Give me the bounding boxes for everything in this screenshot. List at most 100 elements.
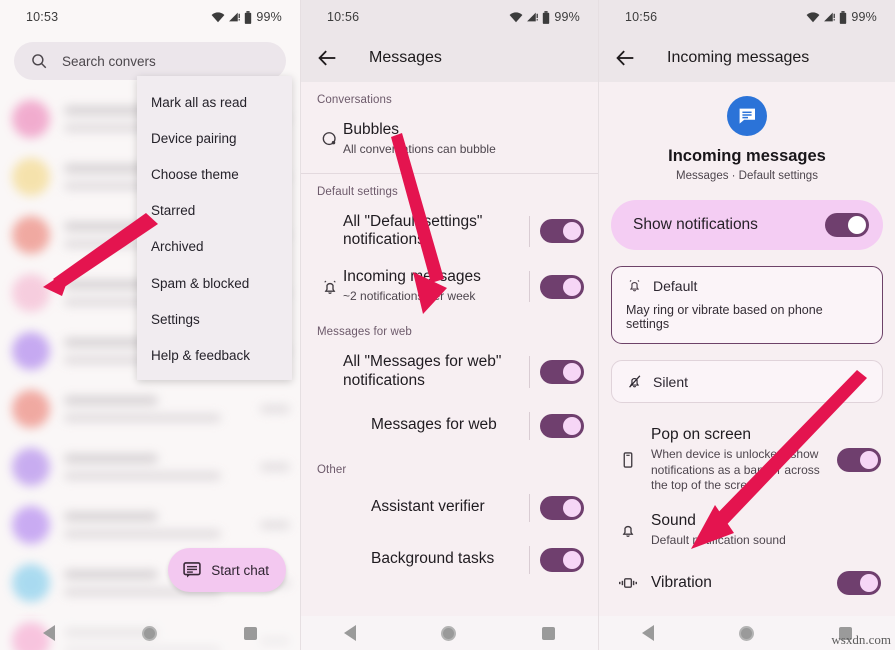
- avatar: [12, 274, 50, 312]
- row-divider: [529, 493, 530, 522]
- menu-item-starred[interactable]: Starred: [137, 193, 292, 229]
- menu-item-settings[interactable]: Settings: [137, 301, 292, 337]
- phone-screen-incoming-messages-detail: 10:56 99% Incoming messages Incoming mes…: [598, 0, 895, 650]
- settings-row[interactable]: Pop on screen When device is unlocked, sh…: [599, 417, 895, 503]
- row-title: Vibration: [651, 573, 712, 591]
- row-title: Assistant verifier: [371, 498, 485, 516]
- menu-item-choose-theme[interactable]: Choose theme: [137, 156, 292, 192]
- menu-item-archived[interactable]: Archived: [137, 229, 292, 265]
- row-title: Sound: [651, 511, 696, 529]
- toggle-knob: [563, 498, 581, 517]
- toggle-knob: [848, 216, 866, 234]
- row-title: Background tasks: [371, 550, 495, 568]
- back-arrow-icon[interactable]: [317, 47, 339, 69]
- option-label: Default: [653, 277, 698, 294]
- start-chat-label: Start chat: [211, 562, 269, 578]
- android-nav-bar[interactable]: [0, 616, 300, 650]
- messages-app-icon: [727, 96, 767, 136]
- settings-row[interactable]: All "Default settings" notifications: [301, 204, 598, 260]
- setting-toggle[interactable]: [837, 571, 881, 596]
- settings-row[interactable]: Sound Default notification sound: [599, 503, 895, 558]
- avatar: [12, 158, 50, 196]
- bubbles-icon: [322, 132, 336, 146]
- avatar: [12, 448, 50, 486]
- toggle-knob: [563, 550, 581, 569]
- settings-row[interactable]: Messages for web: [301, 400, 598, 452]
- battery-icon: [245, 10, 252, 24]
- bell-ring-icon: [629, 280, 640, 292]
- avatar: [12, 390, 50, 428]
- nav-recents-icon[interactable]: [243, 626, 257, 640]
- settings-row[interactable]: Incoming messages ~2 notifications per we…: [301, 259, 598, 314]
- bell-ring-icon: [324, 280, 336, 294]
- option-card-silent[interactable]: Silent: [611, 360, 883, 403]
- bell-icon: [622, 525, 634, 537]
- setting-toggle[interactable]: [540, 413, 584, 438]
- settings-list[interactable]: Conversations Bubbles All conversations ca…: [301, 82, 598, 650]
- search-conversations-bar[interactable]: Search convers: [14, 42, 286, 80]
- setting-toggle[interactable]: [540, 547, 584, 572]
- settings-row[interactable]: Bubbles All conversations can bubble: [301, 112, 598, 167]
- start-chat-icon: [183, 562, 201, 578]
- conversation-row[interactable]: [0, 438, 300, 496]
- app-hero: Incoming messages Messages · Default set…: [599, 82, 895, 186]
- status-time: 10:53: [26, 10, 59, 24]
- nav-home-icon[interactable]: [441, 625, 457, 641]
- back-arrow-icon[interactable]: [615, 47, 637, 69]
- battery-percent: 99%: [851, 10, 877, 24]
- nav-back-icon[interactable]: [43, 625, 56, 641]
- toggle-knob: [860, 574, 878, 593]
- menu-item-mark-all-as-read[interactable]: Mark all as read: [137, 84, 292, 120]
- show-notifications-toggle[interactable]: [825, 213, 869, 237]
- nav-home-icon[interactable]: [141, 625, 157, 641]
- setting-toggle[interactable]: [540, 359, 584, 384]
- row-title: Pop on screen: [651, 426, 751, 443]
- settings-row[interactable]: Assistant verifier: [301, 482, 598, 534]
- section-header: Conversations: [317, 94, 392, 106]
- hero-subtitle: Messages · Default settings: [676, 170, 818, 182]
- bell-off-icon: [629, 375, 641, 388]
- option-card-default[interactable]: Default May ring or vibrate based on pho…: [611, 266, 883, 344]
- toggle-knob: [563, 362, 581, 381]
- nav-back-icon[interactable]: [343, 625, 356, 641]
- app-bar: Messages: [301, 34, 598, 82]
- conversation-row[interactable]: [0, 380, 300, 438]
- menu-item-help-feedback[interactable]: Help & feedback: [137, 337, 292, 373]
- setting-toggle[interactable]: [540, 219, 584, 244]
- conversation-row[interactable]: [0, 496, 300, 554]
- row-icon: [615, 450, 641, 470]
- three-phone-screenshots: 10:53 99% Search convers Start chat Mark…: [0, 0, 895, 650]
- toggle-knob: [563, 277, 581, 296]
- setting-toggle[interactable]: [540, 274, 584, 299]
- speech-bubble-icon: [739, 108, 755, 124]
- battery-icon: [543, 10, 550, 24]
- wifi-icon: [806, 12, 820, 23]
- start-chat-button[interactable]: Start chat: [168, 548, 286, 592]
- setting-toggle[interactable]: [540, 495, 584, 520]
- section-header: Messages for web: [317, 325, 412, 338]
- conversation-preview: [64, 396, 260, 422]
- row-subtitle: ~2 notifications per week: [343, 289, 476, 304]
- nav-recents-icon[interactable]: [542, 626, 556, 640]
- notification-detail-content[interactable]: Incoming messages Messages · Default set…: [599, 82, 895, 650]
- menu-item-device-pairing[interactable]: Device pairing: [137, 120, 292, 156]
- nav-back-icon[interactable]: [641, 625, 654, 641]
- search-icon: [32, 54, 47, 69]
- row-title: Bubbles: [343, 121, 400, 138]
- settings-row[interactable]: Background tasks: [301, 534, 598, 586]
- avatar: [12, 506, 50, 544]
- show-notifications-label: Show notifications: [633, 216, 758, 233]
- overflow-menu[interactable]: Mark all as read Device pairing Choose the…: [137, 76, 292, 380]
- row-icon: [317, 277, 343, 297]
- menu-item-spam-blocked[interactable]: Spam & blocked: [137, 265, 292, 301]
- nav-home-icon[interactable]: [738, 625, 754, 641]
- detail-settings-rows[interactable]: Pop on screen When device is unlocked, sh…: [599, 417, 895, 609]
- settings-row[interactable]: All "Messages for web" notifications: [301, 344, 598, 400]
- setting-toggle[interactable]: [837, 447, 881, 472]
- conversation-timestamp: [260, 463, 290, 471]
- settings-row[interactable]: Vibration: [599, 557, 895, 609]
- show-notifications-row[interactable]: Show notifications: [611, 200, 883, 250]
- android-nav-bar[interactable]: [301, 616, 598, 650]
- section-header: Other: [317, 463, 347, 476]
- battery-percent: 99%: [256, 10, 282, 24]
